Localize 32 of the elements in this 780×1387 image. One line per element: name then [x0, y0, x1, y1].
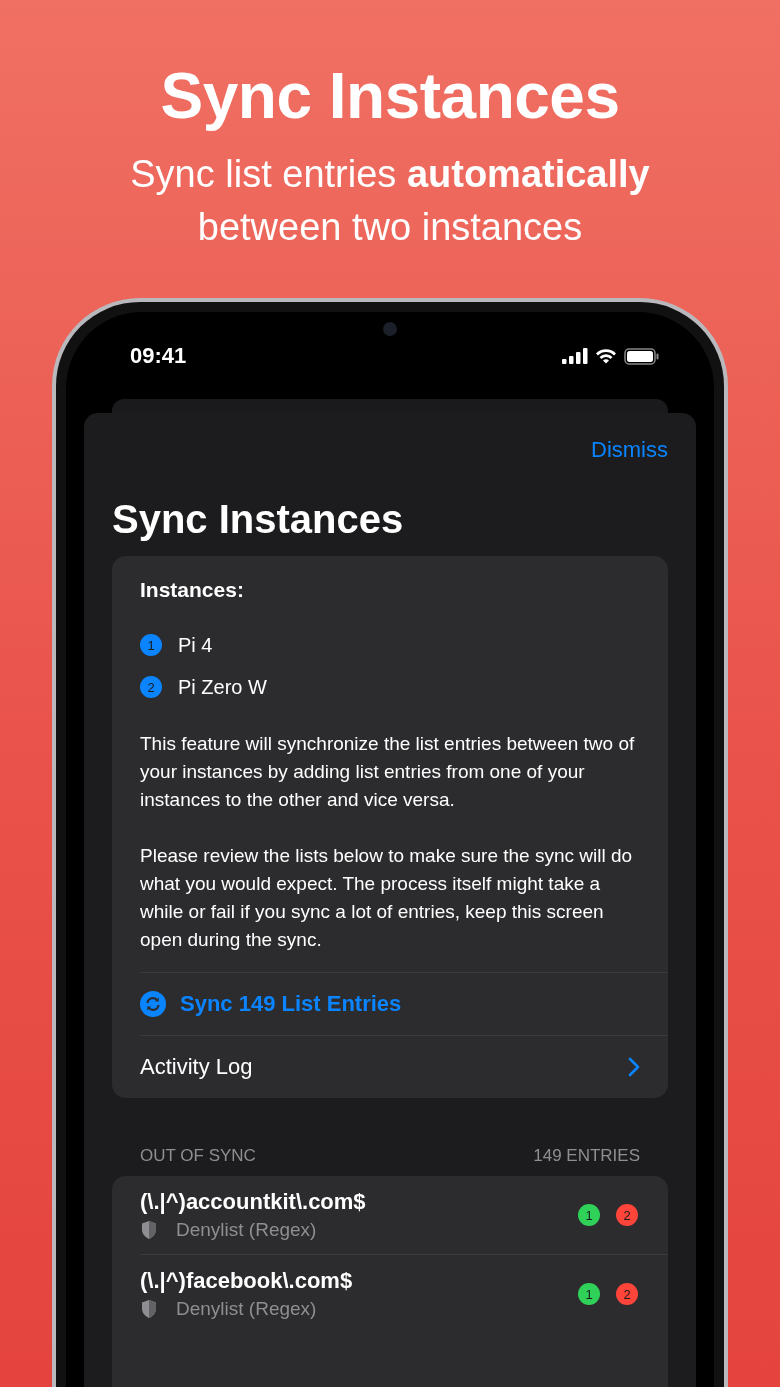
instances-heading: Instances: — [140, 578, 245, 602]
shield-icon — [140, 1220, 158, 1240]
list-type: Denylist (Regex) — [176, 1219, 317, 1241]
sheet-title: Sync Instances — [112, 497, 405, 542]
status-time: 09:41 — [130, 343, 187, 369]
section-heading: OUT OF SYNC — [140, 1146, 256, 1166]
number-badge: 2 — [616, 1204, 638, 1226]
number-badge: 2 — [616, 1283, 638, 1305]
number-badge: 1 — [578, 1283, 600, 1305]
list-type: Denylist (Regex) — [176, 1298, 317, 1320]
wifi-icon — [595, 348, 617, 364]
entry-count: 149 ENTRIES — [533, 1146, 640, 1166]
subtitle: Sync list entries automatically between two instances — [129, 152, 651, 250]
shield-icon — [140, 1299, 158, 1319]
activity-log-link[interactable]: Activity Log — [140, 1054, 628, 1080]
dismiss-button[interactable]: Dismiss — [591, 437, 668, 463]
sync-button[interactable]: Sync 149 List Entries — [140, 991, 402, 1017]
number-badge: 1 — [140, 634, 162, 656]
number-badge: 2 — [140, 676, 162, 698]
number-badge: 1 — [578, 1204, 600, 1226]
chevron-icon — [628, 1057, 640, 1077]
description: Please review the lists below to make sure the sync will do what you would expect. The process itself might take a while or fail if you sync a lot of entries, keep this screen open during the sync. — [140, 844, 634, 952]
camera-icon — [383, 322, 397, 336]
entry-domain: (\.|^)accountkit\.com$ — [140, 1189, 367, 1215]
sync-icon — [140, 991, 166, 1017]
description: This feature will synchronize the list entries between two of your instances by adding list entries from one of your instances to the other and vice versa. — [140, 732, 636, 812]
battery-icon — [624, 347, 660, 365]
headline: Sync Instances — [160, 59, 620, 134]
signal-icon — [562, 348, 588, 364]
instance-name: Pi 4 — [178, 633, 213, 657]
instance-name: Pi Zero W — [178, 675, 267, 699]
entry-domain: (\.|^)facebook\.com$ — [140, 1268, 354, 1294]
